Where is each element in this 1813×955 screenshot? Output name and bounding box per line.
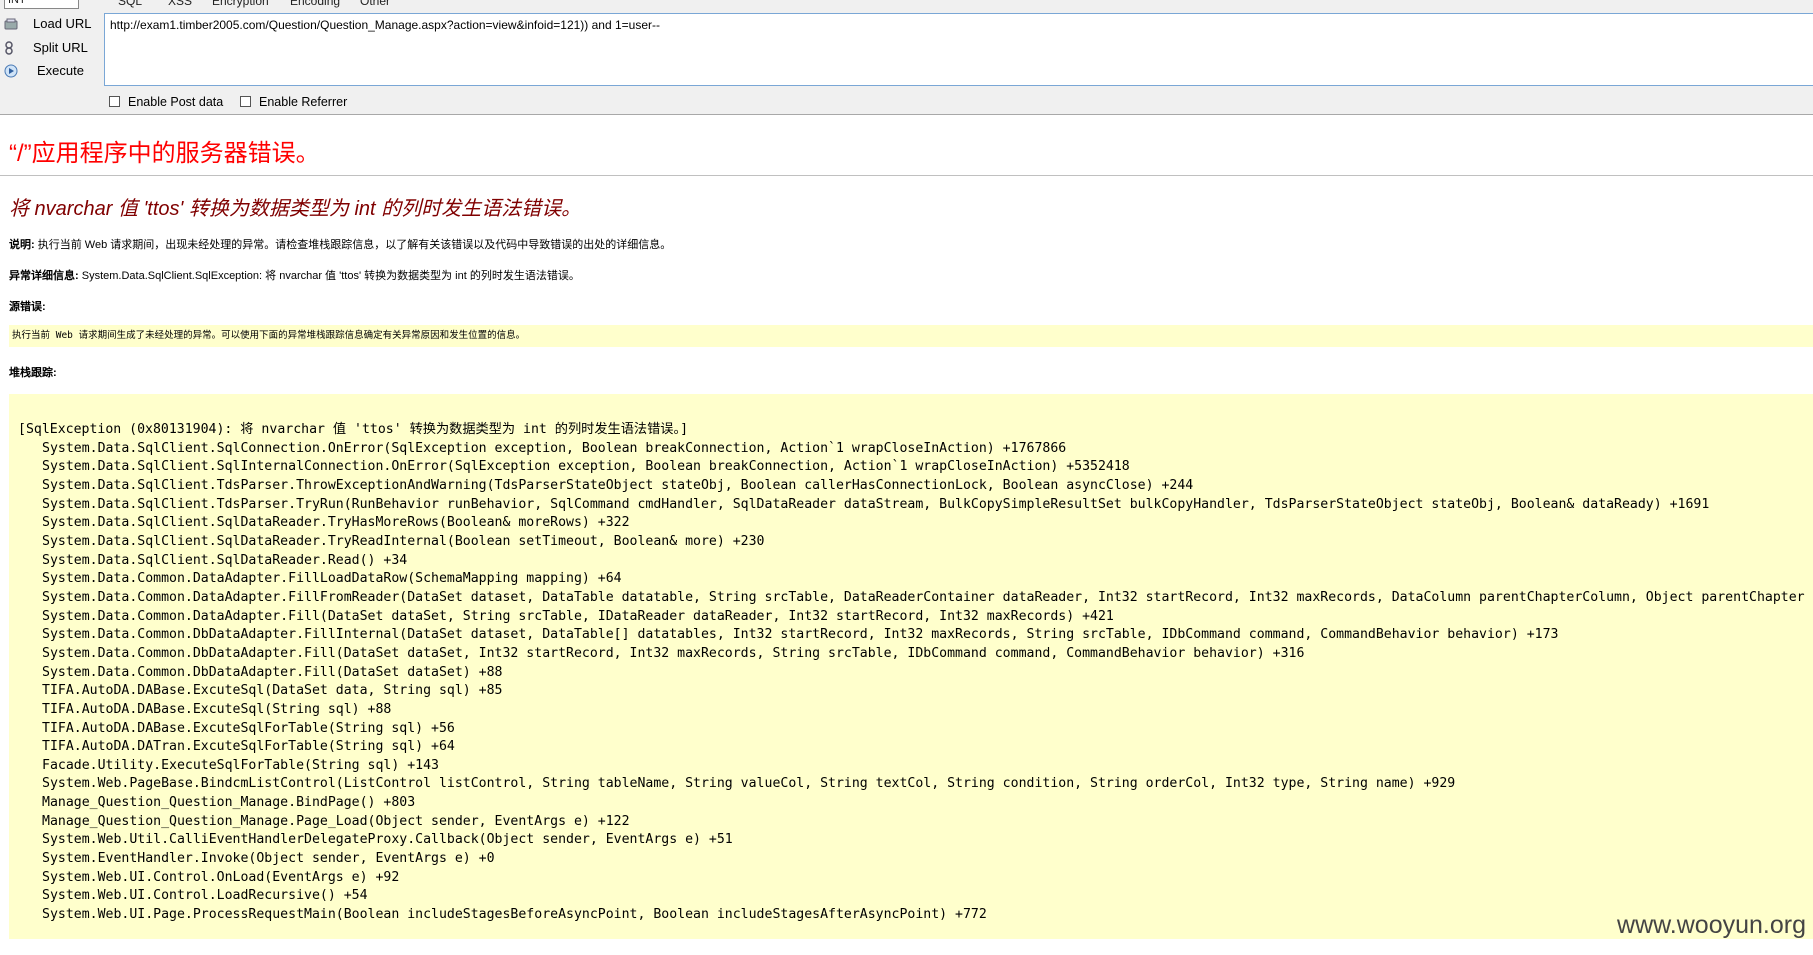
stack-frame: System.Web.UI.Control.OnLoad(EventArgs e…: [42, 869, 400, 885]
watermark: www.wooyun.org: [1617, 911, 1806, 939]
exception-text: System.Data.SqlClient.SqlException: 将 nv…: [81, 270, 580, 282]
stack-frame: System.Data.SqlClient.SqlDataReader.TryH…: [42, 515, 630, 531]
stack-frame: System.Data.Common.DbDataAdapter.FillInt…: [42, 627, 1559, 643]
source-label: 源错误:: [9, 301, 46, 313]
hackbar-toolbar: INT SQL XSS Encryption Encoding Other Lo…: [0, 0, 1813, 115]
stack-frame: System.Data.SqlClient.SqlInternalConnect…: [42, 459, 1130, 475]
source-error-box: 执行当前 Web 请求期间生成了未经处理的异常。可以使用下面的异常堆栈跟踪信息确…: [9, 325, 1813, 347]
stack-frame: System.Data.Common.DataAdapter.FillLoadD…: [42, 571, 622, 587]
stack-frame: System.EventHandler.Invoke(Object sender…: [42, 851, 495, 867]
menu-xss[interactable]: XSS: [168, 0, 192, 8]
menu-encoding[interactable]: Encoding: [290, 0, 340, 8]
stack-frame: TIFA.AutoDA.DABase.ExcuteSqlForTable(Str…: [42, 720, 455, 736]
stack-frame: System.Data.SqlClient.TdsParser.TryRun(R…: [42, 496, 1710, 512]
stack-frame: System.Web.PageBase.BindcmListControl(Li…: [42, 776, 1456, 792]
url-input[interactable]: [104, 13, 1813, 86]
stack-frame: System.Data.Common.DataAdapter.FillFromR…: [42, 589, 1805, 605]
page-title: “/”应用程序中的服务器错误。: [9, 140, 320, 167]
stack-frame: Manage_Question_Question_Manage.BindPage…: [42, 795, 416, 811]
stack-trace-heading: 堆栈跟踪:: [9, 364, 57, 380]
stack-frame: System.Data.Common.DbDataAdapter.Fill(Da…: [42, 645, 1305, 661]
execute-button[interactable]: Execute: [0, 60, 100, 82]
exception-label: 异常详细信息:: [9, 270, 79, 282]
stack-frame: System.Data.SqlClient.SqlDataReader.Read…: [42, 552, 408, 568]
stack-frame: Manage_Question_Question_Manage.Page_Loa…: [42, 813, 630, 829]
stack-frame: System.Data.SqlClient.TdsParser.ThrowExc…: [42, 477, 1194, 493]
load-url-button[interactable]: Load URL: [0, 13, 100, 35]
stack-label: 堆栈跟踪:: [9, 367, 57, 379]
exception-line: 异常详细信息: System.Data.SqlClient.SqlExcepti…: [9, 267, 580, 283]
stack-frame: System.Data.SqlClient.SqlDataReader.TryR…: [42, 533, 765, 549]
stack-frame: Facade.Utility.ExecuteSqlForTable(String…: [42, 757, 439, 773]
stack-frame: System.Data.Common.DbDataAdapter.Fill(Da…: [42, 664, 503, 680]
error-subtitle: 将 nvarchar 值 'ttos' 转换为数据类型为 int 的列时发生语法…: [9, 198, 582, 220]
execute-icon: [4, 64, 18, 78]
load-url-label: Load URL: [33, 16, 92, 31]
split-url-label: Split URL: [33, 40, 88, 55]
load-url-icon: [4, 17, 18, 31]
enable-referrer-label: Enable Referrer: [259, 95, 348, 109]
description-text: 执行当前 Web 请求期间，出现未经处理的异常。请检查堆栈跟踪信息，以了解有关该…: [37, 239, 672, 251]
stack-frame: System.Web.UI.Page.ProcessRequestMain(Bo…: [42, 907, 987, 923]
stack-frame: System.Data.Common.DataAdapter.Fill(Data…: [42, 608, 1114, 624]
split-url-button[interactable]: Split URL: [0, 37, 100, 59]
hackbar-menu-row: INT SQL XSS Encryption Encoding Other: [0, 0, 1813, 12]
stack-frame: TIFA.AutoDA.DABase.ExcuteSql(DataSet dat…: [42, 683, 503, 699]
checkbox-box[interactable]: [240, 96, 251, 107]
stack-header: [SqlException (0x80131904): 将 nvarchar 值…: [18, 422, 689, 437]
split-url-icon: [4, 41, 18, 55]
stack-frame: System.Data.SqlClient.SqlConnection.OnEr…: [42, 440, 1067, 456]
stack-frame: System.Web.UI.Control.LoadRecursive() +5…: [42, 888, 368, 904]
version-select[interactable]: INT: [4, 0, 79, 9]
description-line: 说明: 执行当前 Web 请求期间，出现未经处理的异常。请检查堆栈跟踪信息，以了…: [9, 236, 671, 252]
menu-sql[interactable]: SQL: [118, 0, 142, 8]
checkbox-box[interactable]: [109, 96, 120, 107]
enable-post-label: Enable Post data: [128, 95, 224, 109]
stack-trace-lines: [SqlException (0x80131904): 将 nvarchar 值…: [18, 421, 1805, 925]
stack-frame: TIFA.AutoDA.DATran.ExcuteSqlForTable(Str…: [42, 739, 455, 755]
stack-frame: TIFA.AutoDA.DABase.ExcuteSql(String sql)…: [42, 701, 392, 717]
description-label: 说明:: [9, 239, 35, 251]
execute-label: Execute: [37, 63, 84, 78]
stack-frame: System.Web.Util.CalliEventHandlerDelegat…: [42, 832, 733, 848]
menu-other[interactable]: Other: [360, 0, 390, 8]
menu-encryption[interactable]: Encryption: [212, 0, 269, 8]
source-error-heading: 源错误:: [9, 298, 46, 314]
divider: [0, 175, 1813, 176]
stack-trace-box: [SqlException (0x80131904): 将 nvarchar 值…: [9, 394, 1813, 939]
